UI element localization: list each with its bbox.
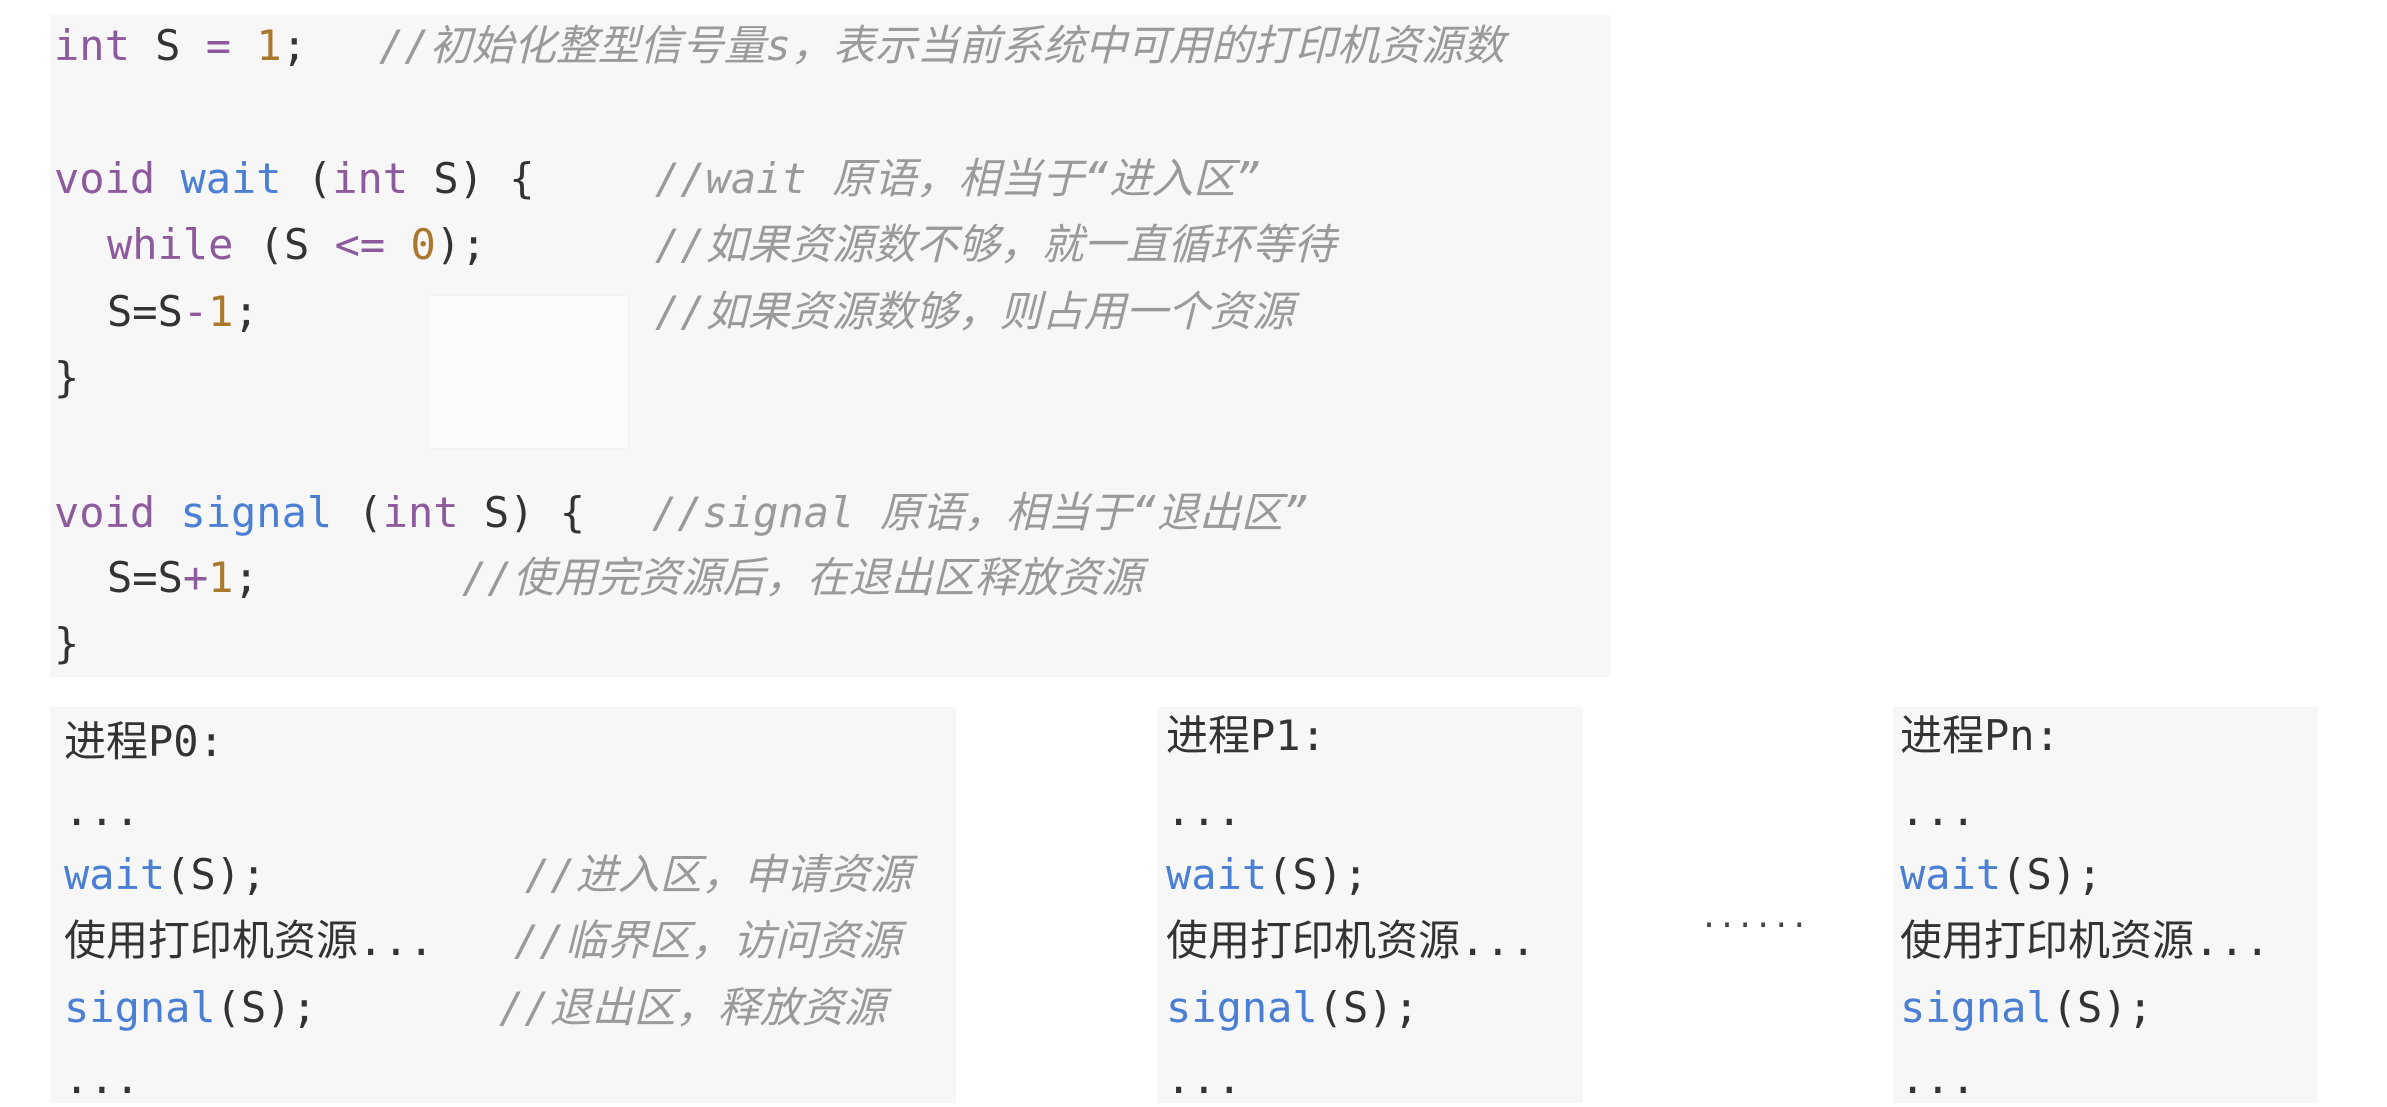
- args: (S);: [165, 850, 267, 899]
- args: (S);: [1267, 850, 1369, 899]
- params: S) {: [458, 488, 586, 537]
- critical-section: 使用打印机资源...: [64, 916, 434, 965]
- process-title: 进程P1:: [1166, 711, 1326, 760]
- comment-critical-section: //临界区，访问资源: [514, 916, 901, 965]
- code-line-close-brace: }: [54, 353, 80, 402]
- keyword: int: [54, 21, 130, 70]
- process-p1-code-block: [1158, 707, 1583, 1103]
- code-line-init: int S = 1;: [54, 18, 307, 74]
- process-pn-code-block: [1893, 707, 2318, 1103]
- keyword: int: [332, 154, 409, 203]
- code-line-signal-signature: void signal (int S) {: [54, 485, 585, 541]
- comment-wait: //wait 原语，相当于“进入区”: [655, 154, 1261, 203]
- close: );: [435, 220, 487, 269]
- wait-call: wait(S);: [1166, 847, 1368, 903]
- operator: +: [182, 553, 209, 602]
- comment-decrement: //如果资源数够，则占用一个资源: [655, 287, 1294, 336]
- keyword: void: [54, 154, 156, 203]
- function-name: signal: [180, 488, 333, 537]
- ellipsis-line: ...: [1166, 1054, 1242, 1103]
- keyword: void: [54, 488, 156, 537]
- process-title: 进程Pn:: [1900, 711, 2060, 760]
- function-name: wait: [180, 154, 282, 203]
- paren: (: [281, 154, 333, 203]
- number: 1: [256, 21, 282, 70]
- operator: <=: [334, 220, 386, 269]
- number: 1: [208, 553, 234, 602]
- comment-while: //如果资源数不够，就一直循环等待: [655, 220, 1336, 269]
- assignment: S=S: [107, 553, 183, 602]
- number: 0: [410, 220, 436, 269]
- comment-signal: //signal 原语，相当于“退出区”: [652, 488, 1309, 537]
- params: S) {: [408, 154, 535, 203]
- keyword: int: [382, 488, 459, 537]
- critical-section: 使用打印机资源...: [1166, 916, 1536, 965]
- operator: =: [205, 21, 232, 70]
- code-line-close-brace: }: [54, 619, 80, 668]
- code-line-decrement: S=S-1;: [107, 284, 259, 340]
- args: (S);: [2001, 850, 2103, 899]
- blank-overlay-box: [428, 295, 629, 449]
- ellipsis-line: ...: [1900, 786, 1976, 835]
- comment-increment: //使用完资源后，在退出区释放资源: [462, 553, 1143, 602]
- variable: S: [129, 21, 206, 70]
- signal-call: signal(S);: [1166, 980, 1419, 1036]
- comment-init: //初始化整型信号量s，表示当前系统中可用的打印机资源数: [379, 21, 1505, 70]
- paren: (: [332, 488, 383, 537]
- wait-call: wait(S);: [1900, 847, 2102, 903]
- wait-call: wait(S);: [64, 847, 266, 903]
- code-line-while: while (S <= 0);: [107, 217, 486, 273]
- keyword: while: [107, 220, 234, 269]
- args: (S);: [1317, 983, 1419, 1032]
- ellipsis-line: ...: [64, 786, 140, 835]
- function-name: wait: [64, 850, 166, 899]
- comment-exit-section: //退出区，释放资源: [499, 983, 886, 1032]
- more-processes-ellipsis: ......: [1700, 900, 1809, 935]
- ellipsis-line: ...: [64, 1054, 140, 1103]
- critical-section: 使用打印机资源...: [1900, 916, 2270, 965]
- function-name: wait: [1900, 850, 2002, 899]
- function-name: signal: [64, 983, 216, 1032]
- function-name: wait: [1166, 850, 1268, 899]
- args: (S);: [2051, 983, 2153, 1032]
- number: 1: [208, 287, 234, 336]
- condition: (S: [233, 220, 335, 269]
- function-name: signal: [1166, 983, 1318, 1032]
- signal-call: signal(S);: [1900, 980, 2153, 1036]
- semicolon: ;: [281, 21, 307, 70]
- signal-call: signal(S);: [64, 980, 317, 1036]
- operator: -: [182, 287, 209, 336]
- process-title: 进程P0:: [64, 717, 224, 766]
- function-name: signal: [1900, 983, 2052, 1032]
- args: (S);: [215, 983, 317, 1032]
- assignment: S=S: [107, 287, 183, 336]
- comment-entry-section: //进入区，申请资源: [525, 850, 912, 899]
- code-line-increment: S=S+1;: [107, 550, 259, 606]
- semicolon: ;: [233, 287, 259, 336]
- code-line-wait-signature: void wait (int S) {: [54, 151, 534, 207]
- ellipsis-line: ...: [1900, 1054, 1976, 1103]
- ellipsis-line: ...: [1166, 786, 1242, 835]
- semicolon: ;: [233, 553, 259, 602]
